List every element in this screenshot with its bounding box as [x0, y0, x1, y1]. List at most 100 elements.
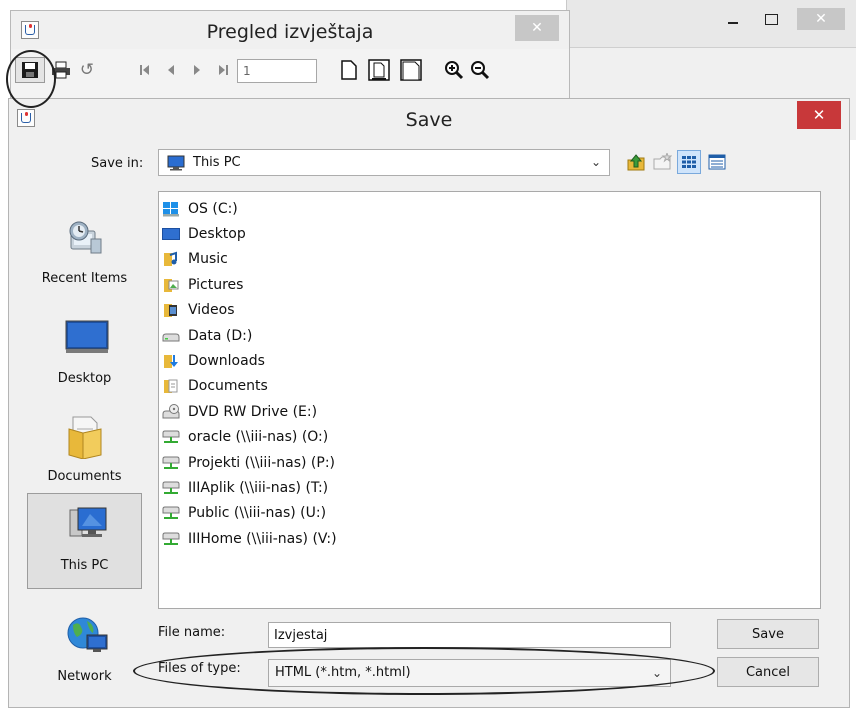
place-label: Documents: [47, 469, 122, 484]
details-view-button[interactable]: [705, 150, 729, 174]
network-drive-icon: [162, 430, 180, 444]
list-item[interactable]: Downloads: [162, 348, 820, 373]
list-item[interactable]: OS (C:): [162, 196, 820, 221]
fit-width-button[interactable]: [397, 57, 425, 83]
next-page-button[interactable]: [185, 57, 209, 83]
list-view-icon: [682, 156, 696, 168]
list-item[interactable]: IIIHome (\\iii-nas) (V:): [162, 526, 820, 551]
documents-folder-icon: [164, 379, 178, 394]
up-one-level-button[interactable]: [624, 150, 648, 174]
place-label: Desktop: [57, 371, 112, 386]
save-in-dropdown[interactable]: This PC ⌄: [158, 149, 610, 176]
new-folder-button[interactable]: [650, 150, 674, 174]
file-name: oracle (\\iii-nas) (O:): [188, 429, 329, 446]
save-dialog: Save ✕ Save in: This PC ⌄ Recent Items D…: [8, 98, 850, 708]
place-documents[interactable]: Documents: [27, 405, 142, 497]
maximize-button[interactable]: [757, 8, 785, 30]
list-item[interactable]: Data (D:): [162, 323, 820, 348]
zoom-in-icon: [445, 61, 464, 80]
previous-page-icon: [168, 65, 174, 75]
fit-width-icon: [400, 59, 422, 81]
music-folder-icon: [164, 252, 177, 267]
place-desktop[interactable]: Desktop: [27, 307, 142, 399]
close-button[interactable]: ✕: [797, 8, 845, 30]
documents-folder-icon: [68, 416, 102, 460]
network-drive-icon: [162, 481, 180, 494]
actual-size-button[interactable]: [337, 57, 361, 83]
file-name: Documents: [188, 378, 268, 395]
network-drive-icon: [162, 532, 180, 545]
places-bar: Recent Items Desktop Documents This PC N…: [27, 191, 142, 687]
details-view-icon: [708, 154, 726, 170]
file-name-label: File name:: [158, 625, 226, 640]
fit-page-icon: [368, 59, 390, 81]
page-number-input[interactable]: [237, 59, 317, 83]
place-this-pc[interactable]: This PC: [27, 493, 142, 589]
drive-icon: [162, 333, 180, 342]
list-view-button[interactable]: [677, 150, 701, 174]
list-item[interactable]: Music: [162, 247, 820, 272]
list-item[interactable]: oracle (\\iii-nas) (O:): [162, 425, 820, 450]
close-button[interactable]: ✕: [797, 101, 841, 129]
recent-items-icon: [69, 221, 102, 254]
file-name: Projekti (\\iii-nas) (P:): [188, 454, 336, 471]
zoom-out-button[interactable]: [467, 57, 493, 83]
close-button[interactable]: ✕: [515, 15, 559, 41]
this-pc-icon: [167, 155, 185, 170]
desktop-folder-icon: [162, 228, 180, 241]
file-name: Music: [188, 251, 228, 268]
list-item[interactable]: Public (\\iii-nas) (U:): [162, 501, 820, 526]
place-label: Network: [57, 669, 112, 684]
place-recent-items[interactable]: Recent Items: [27, 207, 142, 299]
report-preview-window: Pregled izvještaja ✕ ↺: [10, 10, 570, 105]
annotation-circle: [6, 50, 56, 108]
list-item[interactable]: Projekti (\\iii-nas) (P:): [162, 450, 820, 475]
file-name: Videos: [188, 302, 235, 319]
report-preview-titlebar: Pregled izvještaja ✕: [11, 11, 569, 49]
list-item[interactable]: Documents: [162, 374, 820, 399]
file-name: Public (\\iii-nas) (U:): [188, 505, 327, 522]
annotation-ellipse: [133, 647, 715, 695]
list-item[interactable]: DVD RW Drive (E:): [162, 399, 820, 424]
dvd-drive-icon: [162, 403, 180, 419]
page-icon: [341, 60, 357, 80]
save-button[interactable]: Save: [717, 619, 819, 649]
fit-page-button[interactable]: [365, 57, 393, 83]
network-globe-icon: [67, 617, 108, 652]
file-list[interactable]: OS (C:) Desktop Music Pictures Videos Da…: [158, 191, 821, 609]
zoom-out-icon: [471, 61, 490, 80]
list-item[interactable]: IIIAplik (\\iii-nas) (T:): [162, 475, 820, 500]
refresh-icon: ↺: [79, 60, 95, 80]
next-page-icon: [194, 65, 200, 75]
list-item[interactable]: Pictures: [162, 272, 820, 297]
previous-page-button[interactable]: [159, 57, 183, 83]
first-page-button[interactable]: [133, 57, 157, 83]
save-dialog-titlebar: Save ✕: [9, 99, 849, 143]
file-name: OS (C:): [188, 200, 238, 217]
dialog-title: Save: [405, 109, 453, 131]
report-toolbar: ↺: [15, 57, 555, 87]
save-in-label: Save in:: [91, 156, 144, 171]
file-name-input[interactable]: [268, 622, 671, 648]
file-name: Data (D:): [188, 327, 253, 344]
windows-drive-icon: [163, 201, 179, 217]
list-item[interactable]: Desktop: [162, 221, 820, 246]
minimize-button[interactable]: [719, 8, 747, 30]
chevron-down-icon: ⌄: [590, 155, 601, 169]
file-name: IIIHome (\\iii-nas) (V:): [188, 530, 337, 547]
cancel-button[interactable]: Cancel: [717, 657, 819, 687]
list-item[interactable]: Videos: [162, 298, 820, 323]
new-folder-icon: [653, 153, 672, 170]
place-network[interactable]: Network: [27, 605, 142, 697]
refresh-button[interactable]: ↺: [75, 57, 99, 83]
last-page-button[interactable]: [211, 57, 235, 83]
downloads-folder-icon: [164, 355, 178, 369]
file-name: Desktop: [188, 226, 246, 243]
place-label: Recent Items: [41, 271, 128, 286]
videos-folder-icon: [164, 304, 177, 318]
background-window-titlebar: ✕: [567, 0, 856, 48]
file-name: DVD RW Drive (E:): [188, 403, 318, 420]
file-name: Downloads: [188, 353, 265, 370]
zoom-in-button[interactable]: [441, 57, 467, 83]
desktop-icon: [65, 320, 109, 353]
